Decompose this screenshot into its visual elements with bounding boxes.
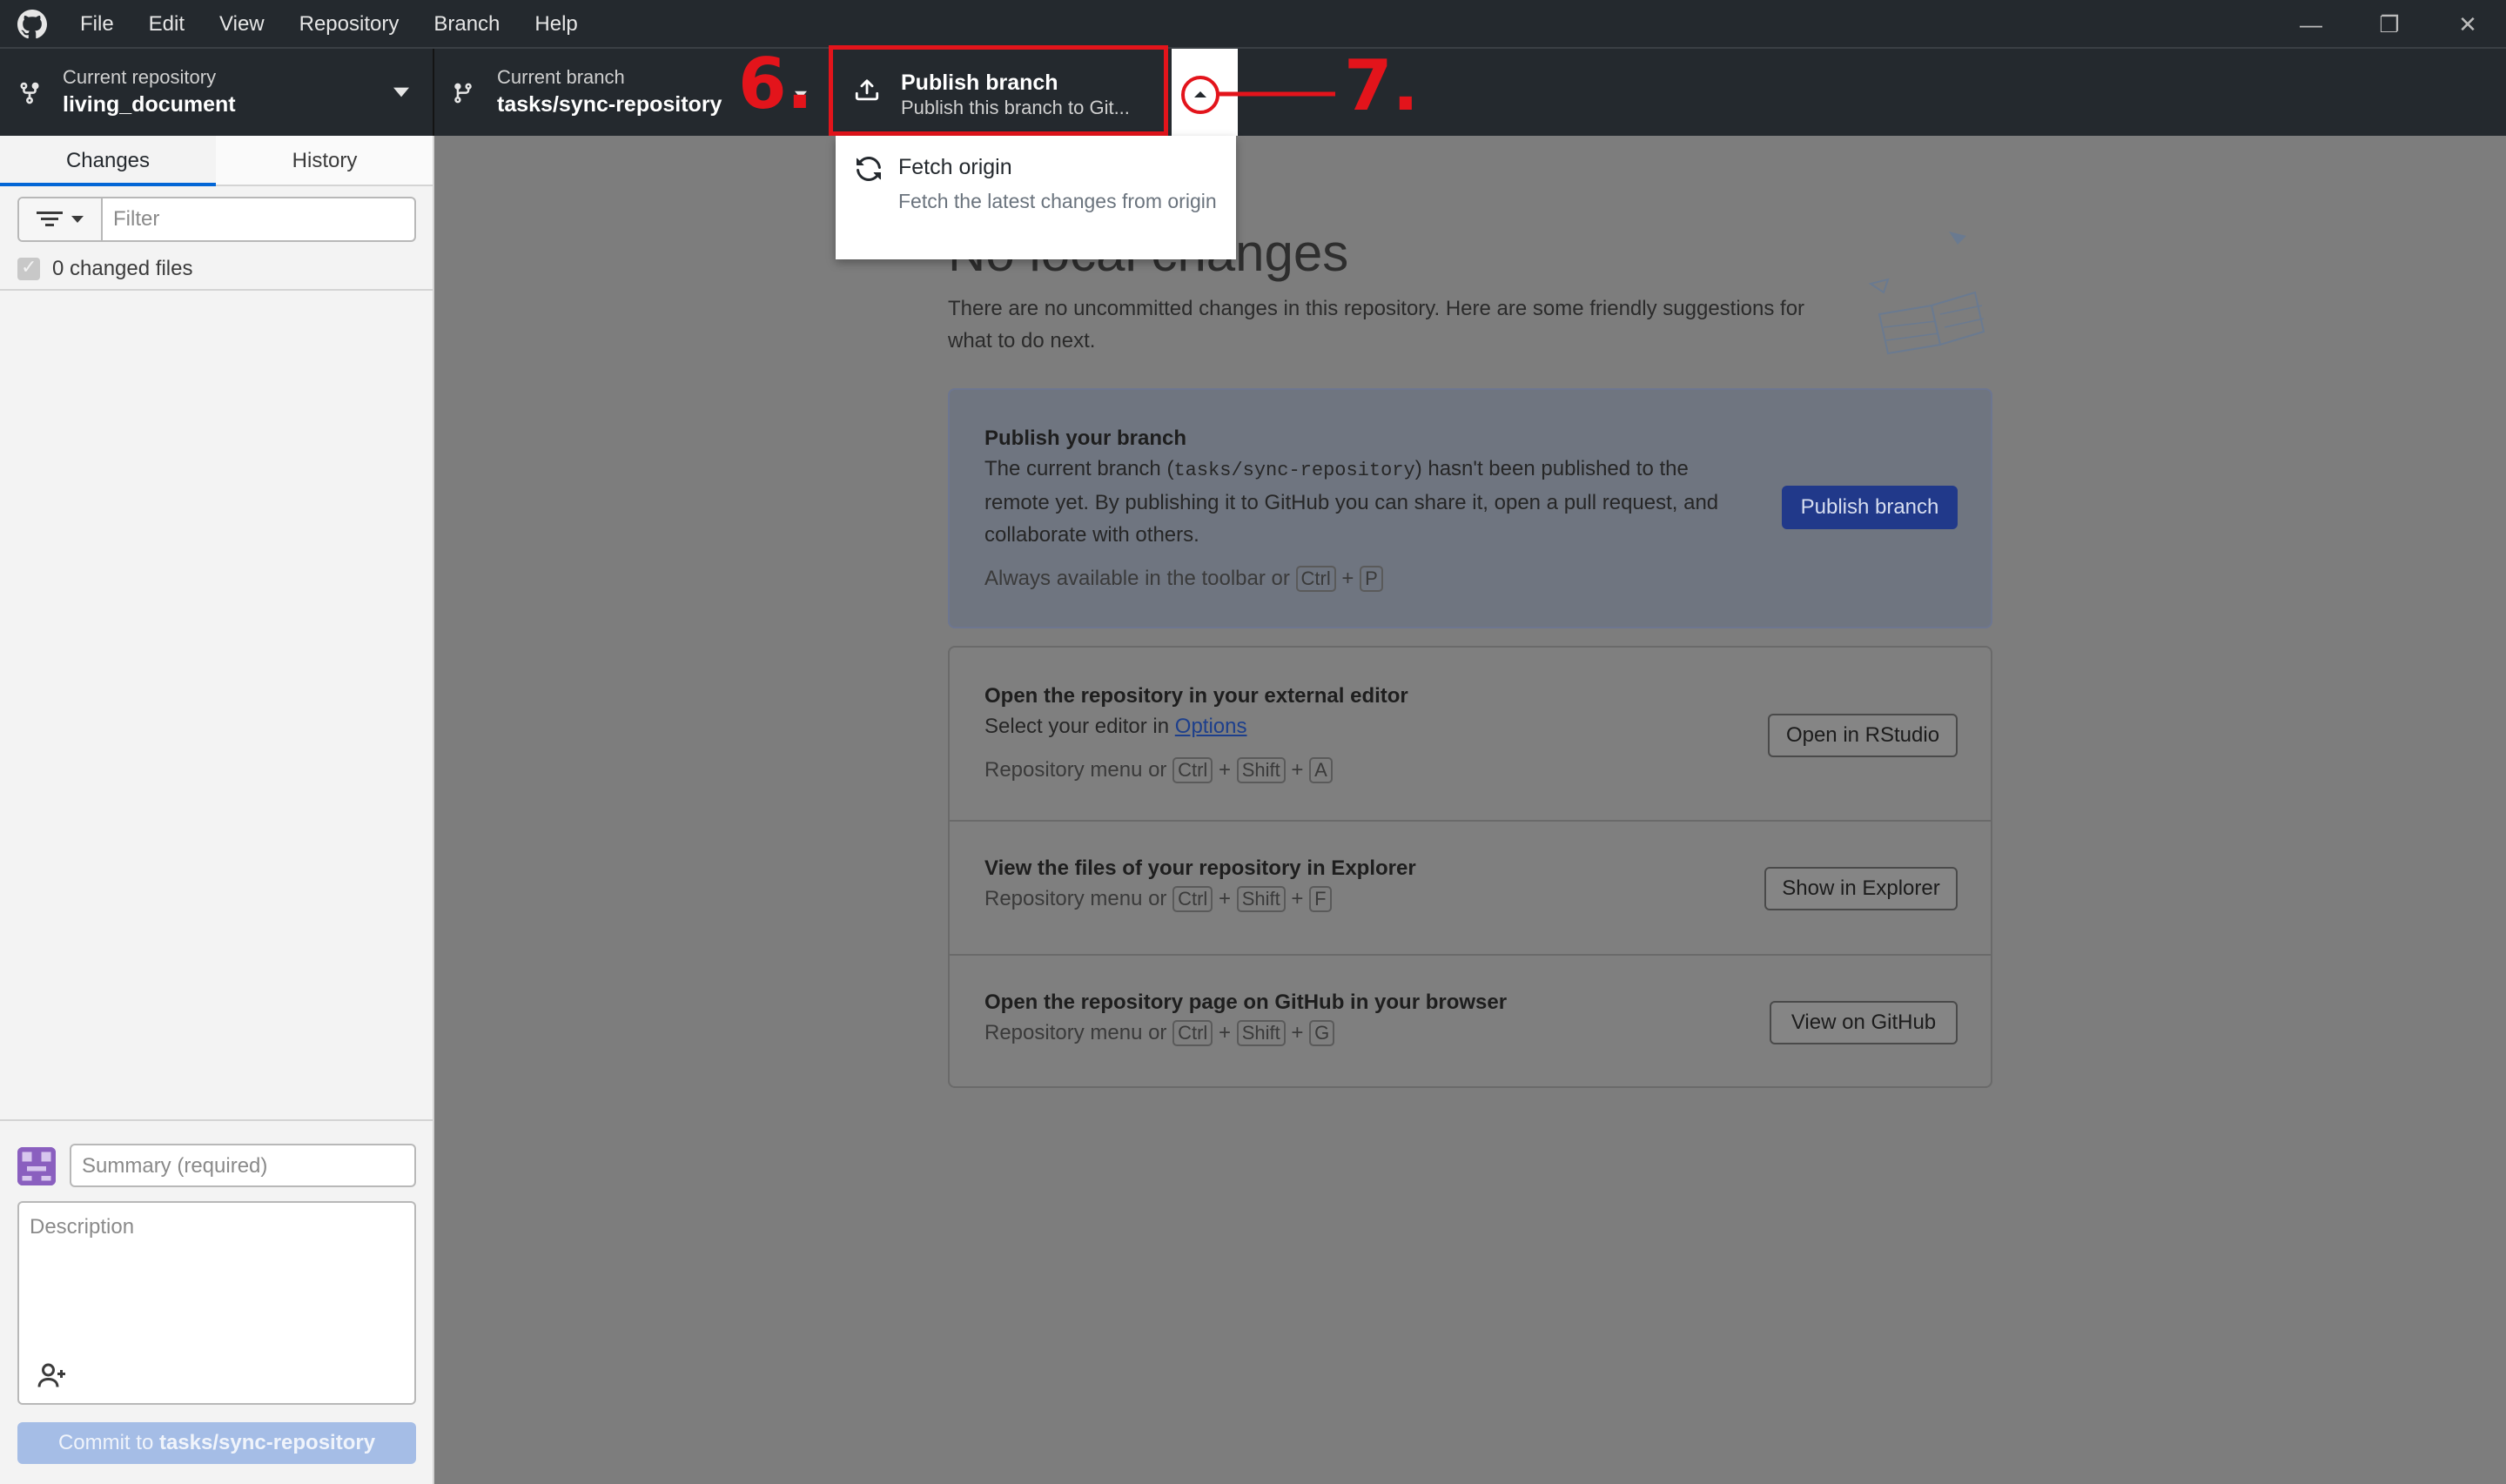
branch-label: Current branch [497, 66, 625, 88]
filter-icon [37, 212, 84, 226]
repository-label: Current repository [63, 66, 217, 88]
kbd-shift: Shift [1236, 886, 1286, 912]
publish-branch-card-button[interactable]: Publish branch [1782, 486, 1958, 529]
editor-card-text: Select your editor in Options [984, 710, 1247, 742]
filter-input[interactable]: Filter [113, 207, 159, 232]
close-button[interactable]: ✕ [2429, 0, 2506, 49]
menu-repository[interactable]: Repository [282, 0, 417, 49]
divider [950, 820, 1991, 822]
description-input[interactable]: Description [17, 1201, 416, 1405]
publish-card-text: The current branch (tasks/sync-repositor… [984, 453, 1733, 551]
kbd-ctrl: Ctrl [1172, 1020, 1213, 1046]
github-hint-text: Repository menu or [984, 1021, 1167, 1044]
kbd-p: P [1360, 566, 1383, 592]
view-on-github-button[interactable]: View on GitHub [1770, 1001, 1958, 1044]
branch-icon [454, 83, 472, 104]
github-card-hint: Repository menu or Ctrl + Shift + G [984, 1020, 1335, 1046]
upload-icon [855, 79, 879, 101]
editor-card-text-start: Select your editor in [984, 715, 1170, 738]
kbd-g: G [1309, 1020, 1335, 1046]
tab-changes[interactable]: Changes [0, 136, 216, 186]
publish-card-text-start: The current branch ( [984, 457, 1174, 480]
publish-branch-button[interactable]: Publish branch Publish this branch to Gi… [829, 45, 1168, 136]
main-content: No local changes There are no uncommitte… [434, 136, 2506, 1484]
menu-edit[interactable]: Edit [131, 0, 202, 49]
title-bar: File Edit View Repository Branch Help — … [0, 0, 2506, 49]
kbd-ctrl: Ctrl [1295, 566, 1336, 592]
repository-name: living_document [63, 92, 236, 117]
options-link[interactable]: Options [1175, 715, 1247, 738]
publish-branch-title: Publish branch [901, 71, 1058, 95]
kbd-ctrl: Ctrl [1172, 757, 1213, 783]
chevron-down-icon [393, 87, 409, 97]
avatar [17, 1147, 56, 1185]
no-changes-illustration [1868, 232, 1985, 355]
commit-area: Summary (required) Description Commit to… [0, 1119, 433, 1484]
fetch-origin-description: Fetch the latest changes from origin [898, 190, 1217, 212]
filter-box: Filter [17, 197, 416, 242]
sync-icon [857, 157, 881, 181]
summary-input[interactable]: Summary (required) [70, 1144, 416, 1187]
publish-branch-subtitle: Publish this branch to Git... [901, 97, 1130, 118]
explorer-card-title: View the files of your repository in Exp… [984, 856, 1416, 880]
annotation-step-7: 7. [1344, 45, 1420, 126]
kbd-f: F [1309, 886, 1332, 912]
commit-prefix: Commit to [57, 1431, 159, 1454]
editor-hint-text: Repository menu or [984, 758, 1167, 782]
menu-help[interactable]: Help [517, 0, 595, 49]
fetch-origin-title: Fetch origin [898, 155, 1012, 179]
branch-name: tasks/sync-repository [497, 92, 722, 117]
divider [0, 1119, 433, 1121]
show-in-explorer-button[interactable]: Show in Explorer [1764, 867, 1958, 910]
restore-button[interactable]: ❐ [2350, 0, 2429, 49]
publish-branch-card: Publish your branch The current branch (… [948, 388, 1992, 628]
kbd-shift: Shift [1236, 757, 1286, 783]
divider [950, 954, 1991, 956]
sidebar: Changes History Filter 0 changed files S… [0, 136, 434, 1484]
github-logo-icon [17, 10, 47, 39]
explorer-card-hint: Repository menu or Ctrl + Shift + F [984, 886, 1332, 912]
open-in-rstudio-button[interactable]: Open in RStudio [1768, 714, 1958, 757]
divider [0, 289, 433, 291]
editor-card-title: Open the repository in your external edi… [984, 684, 1408, 708]
changed-files-count: 0 changed files [52, 257, 193, 280]
annotation-step-6: 6. [738, 44, 814, 124]
sidebar-tabs: Changes History [0, 136, 433, 186]
publish-dropdown-menu: Fetch origin Fetch the latest changes fr… [836, 136, 1236, 259]
fetch-origin-item[interactable]: Fetch origin Fetch the latest changes fr… [836, 136, 1236, 259]
select-all-checkbox[interactable] [17, 256, 40, 280]
suggestions-card: Open the repository in your external edi… [948, 646, 1992, 1088]
editor-card-hint: Repository menu or Ctrl + Shift + A [984, 757, 1333, 783]
filter-options-button[interactable] [19, 198, 103, 240]
publish-card-branch: tasks/sync-repository [1173, 460, 1415, 481]
repository-selector[interactable]: Current repository living_document [0, 49, 434, 136]
tab-history[interactable]: History [217, 136, 433, 186]
menu-view[interactable]: View [202, 0, 282, 49]
add-coauthor-icon[interactable] [37, 1360, 68, 1391]
intro-text: There are no uncommitted changes in this… [948, 297, 1805, 353]
explorer-hint-text: Repository menu or [984, 887, 1167, 910]
github-card-title: Open the repository page on GitHub in yo… [984, 990, 1508, 1014]
chevron-up-icon [1181, 76, 1219, 114]
menu-bar: File Edit View Repository Branch Help [63, 0, 595, 49]
changed-files-row: 0 changed files [17, 254, 192, 284]
description-placeholder: Description [30, 1215, 135, 1239]
commit-button[interactable]: Commit to tasks/sync-repository [17, 1422, 416, 1464]
publish-card-title: Publish your branch [984, 426, 1187, 450]
publish-hint-text: Always available in the toolbar or [984, 567, 1290, 590]
annotation-arrow [1219, 91, 1335, 97]
publish-card-hint: Always available in the toolbar or Ctrl … [984, 566, 1383, 592]
kbd-shift: Shift [1236, 1020, 1286, 1046]
repo-icon [20, 82, 39, 104]
menu-branch[interactable]: Branch [416, 0, 517, 49]
menu-file[interactable]: File [63, 0, 131, 49]
minimize-button[interactable]: — [2272, 0, 2350, 49]
commit-branch: tasks/sync-repository [158, 1431, 376, 1454]
kbd-a: A [1309, 757, 1333, 783]
kbd-ctrl: Ctrl [1172, 886, 1213, 912]
